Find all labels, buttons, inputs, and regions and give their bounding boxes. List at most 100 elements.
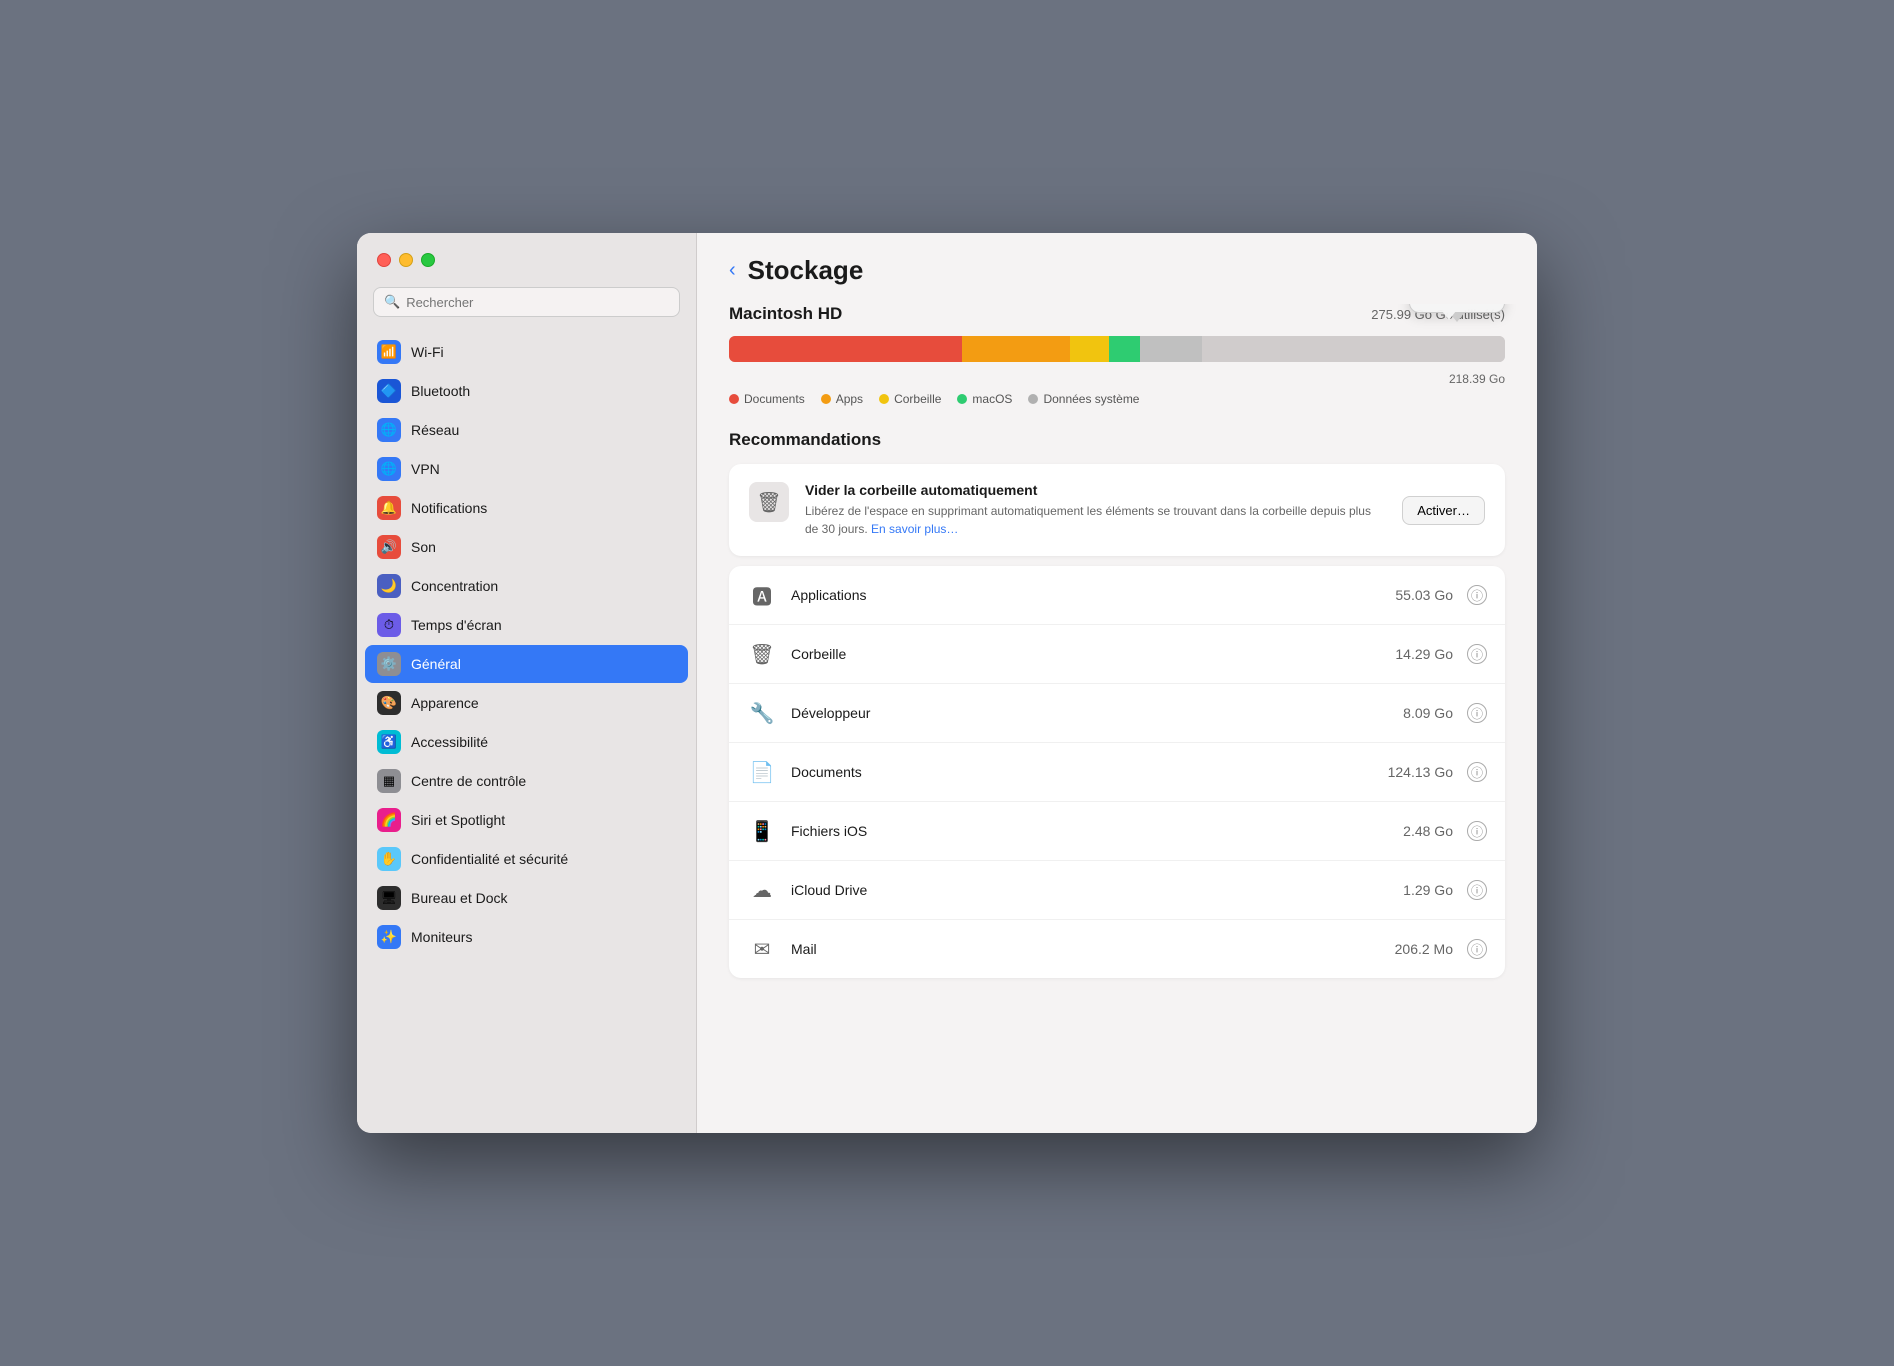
info-button-developpeur[interactable]: ⓘ [1467, 703, 1487, 723]
storage-row-developpeur[interactable]: 🔧 Développeur 8.09 Go ⓘ [729, 684, 1505, 743]
apparence-icon: 🎨 [377, 691, 401, 715]
tooltip: Disponible 218.39 Go [1409, 304, 1505, 323]
main-window: 🔍 📶 Wi-Fi 🔷Bluetooth🌐Réseau🌐VPN 🔔 Notificati… [357, 233, 1537, 1133]
notifications-icon: 🔔 [377, 496, 401, 520]
legend-dot [1028, 394, 1038, 404]
sidebar-item-siri[interactable]: 🌈Siri et Spotlight [365, 801, 688, 839]
storage-name-mail: Mail [791, 941, 1381, 957]
sidebar-label-apparence: Apparence [411, 695, 479, 711]
legend: Documents Apps Corbeille macOS Données systè… [729, 392, 1505, 406]
tooltip-arrow-inner [1442, 311, 1456, 320]
sidebar-item-confidentialite[interactable]: ✋Confidentialité et sécurité [365, 840, 688, 878]
info-button-fichiers-ios[interactable]: ⓘ [1467, 821, 1487, 841]
sidebar-item-son[interactable]: 🔊Son [365, 528, 688, 566]
storage-size-fichiers-ios: 2.48 Go [1403, 823, 1453, 839]
rec-title-corbeille: Vider la corbeille automatiquement [805, 482, 1386, 498]
legend-item-macos: macOS [957, 392, 1012, 406]
back-button[interactable]: ‹ [729, 259, 736, 282]
centre-controle-icon: ▦ [377, 769, 401, 793]
info-button-documents[interactable]: ⓘ [1467, 762, 1487, 782]
info-button-corbeille[interactable]: ⓘ [1467, 644, 1487, 664]
info-button-applications[interactable]: ⓘ [1467, 585, 1487, 605]
main-content: ‹ Stockage Macintosh HD 275.99 Go Go uti… [697, 233, 1537, 1133]
sidebar-item-moniteurs[interactable]: ✨Moniteurs [365, 918, 688, 956]
sidebar-item-accessibilite[interactable]: ♿ Accessibilité [365, 723, 688, 761]
legend-item-apps: Apps [821, 392, 863, 406]
search-icon: 🔍 [384, 294, 400, 310]
sidebar-item-concentration[interactable]: 🌙Concentration [365, 567, 688, 605]
storage-bar [729, 336, 1505, 362]
sidebar-item-temps-ecran[interactable]: ⏱ Temps d'écran [365, 606, 688, 644]
sidebar-item-reseau[interactable]: 🌐Réseau [365, 411, 688, 449]
sidebar-label-wifi: Wi-Fi [411, 344, 444, 360]
legend-label: Documents [744, 392, 805, 406]
storage-row-documents[interactable]: 📄 Documents 124.13 Go ⓘ [729, 743, 1505, 802]
sidebar-item-bureau-dock[interactable]: 🖥Bureau et Dock [365, 879, 688, 917]
legend-item-documents: Documents [729, 392, 805, 406]
legend-dot [879, 394, 889, 404]
sidebar-item-bluetooth[interactable]: 🔷Bluetooth [365, 372, 688, 410]
sidebar-item-notifications[interactable]: 🔔 Notifications [365, 489, 688, 527]
storage-row-fichiers-ios[interactable]: 📱 Fichiers iOS 2.48 Go ⓘ [729, 802, 1505, 861]
legend-label: Apps [836, 392, 863, 406]
sidebar-label-general: Général [411, 656, 461, 672]
storage-row-corbeille[interactable]: 🗑 Corbeille 14.29 Go ⓘ [729, 625, 1505, 684]
sidebar-item-wifi[interactable]: 📶 Wi-Fi [365, 333, 688, 371]
storage-name-corbeille: Corbeille [791, 646, 1381, 662]
sidebar-label-bluetooth: Bluetooth [411, 383, 470, 399]
rec-link-corbeille[interactable]: En savoir plus… [871, 522, 958, 536]
close-button[interactable] [377, 253, 391, 267]
temps-ecran-icon: ⏱ [377, 613, 401, 637]
legend-label: Données système [1043, 392, 1139, 406]
sidebar-label-centre-controle: Centre de contrôle [411, 773, 526, 789]
storage-size-documents: 124.13 Go [1388, 764, 1453, 780]
info-button-icloud[interactable]: ⓘ [1467, 880, 1487, 900]
storage-row-icloud[interactable]: ☁ iCloud Drive 1.29 Go ⓘ [729, 861, 1505, 920]
storage-icon-icloud: ☁ [747, 875, 777, 905]
storage-size-developpeur: 8.09 Go [1403, 705, 1453, 721]
search-bar[interactable]: 🔍 [373, 287, 680, 317]
storage-items-list: 🅰 Applications 55.03 Go ⓘ 🗑 Corbeille 14… [729, 566, 1505, 978]
son-icon: 🔊 [377, 535, 401, 559]
bar-segment-macos [1109, 336, 1140, 362]
concentration-icon: 🌙 [377, 574, 401, 598]
bar-segment-données-système [1140, 336, 1202, 362]
general-icon: ⚙️ [377, 652, 401, 676]
storage-row-mail[interactable]: ✉ Mail 206.2 Mo ⓘ [729, 920, 1505, 978]
bureau-dock-icon: 🖥 [377, 886, 401, 910]
legend-dot [957, 394, 967, 404]
rec-button-corbeille[interactable]: Activer… [1402, 496, 1485, 525]
sidebar-item-general[interactable]: ⚙️ Général [365, 645, 688, 683]
bar-segment-libre [1202, 336, 1505, 362]
vpn-icon: 🌐 [377, 457, 401, 481]
storage-size-mail: 206.2 Mo [1395, 941, 1453, 957]
storage-size-applications: 55.03 Go [1395, 587, 1453, 603]
moniteurs-icon: ✨ [377, 925, 401, 949]
sidebar-list: 📶 Wi-Fi 🔷Bluetooth🌐Réseau🌐VPN 🔔 Notification… [357, 333, 696, 1133]
storage-row-applications[interactable]: 🅰 Applications 55.03 Go ⓘ [729, 566, 1505, 625]
scrollable-area[interactable]: Macintosh HD 275.99 Go Go utilisé(s) Dis… [697, 304, 1537, 1133]
traffic-lights [357, 253, 696, 287]
storage-size-corbeille: 14.29 Go [1395, 646, 1453, 662]
legend-item-corbeille: Corbeille [879, 392, 941, 406]
disk-header: Macintosh HD 275.99 Go Go utilisé(s) [729, 304, 1505, 324]
info-button-mail[interactable]: ⓘ [1467, 939, 1487, 959]
sidebar-label-temps-ecran: Temps d'écran [411, 617, 502, 633]
storage-icon-corbeille: 🗑 [747, 639, 777, 669]
sidebar-item-vpn[interactable]: 🌐VPN [365, 450, 688, 488]
sidebar-label-notifications: Notifications [411, 500, 487, 516]
storage-bar-container: Disponible 218.39 Go [729, 336, 1505, 362]
sidebar-item-centre-controle[interactable]: ▦ Centre de contrôle [365, 762, 688, 800]
wifi-icon: 📶 [377, 340, 401, 364]
accessibilite-icon: ♿ [377, 730, 401, 754]
main-header: ‹ Stockage [697, 233, 1537, 304]
disk-name: Macintosh HD [729, 304, 842, 324]
minimize-button[interactable] [399, 253, 413, 267]
search-input[interactable] [406, 295, 669, 310]
legend-dot [821, 394, 831, 404]
sidebar-item-apparence[interactable]: 🎨 Apparence [365, 684, 688, 722]
storage-size-icloud: 1.29 Go [1403, 882, 1453, 898]
confidentialite-icon: ✋ [377, 847, 401, 871]
zoom-button[interactable] [421, 253, 435, 267]
sidebar-label-accessibilite: Accessibilité [411, 734, 488, 750]
